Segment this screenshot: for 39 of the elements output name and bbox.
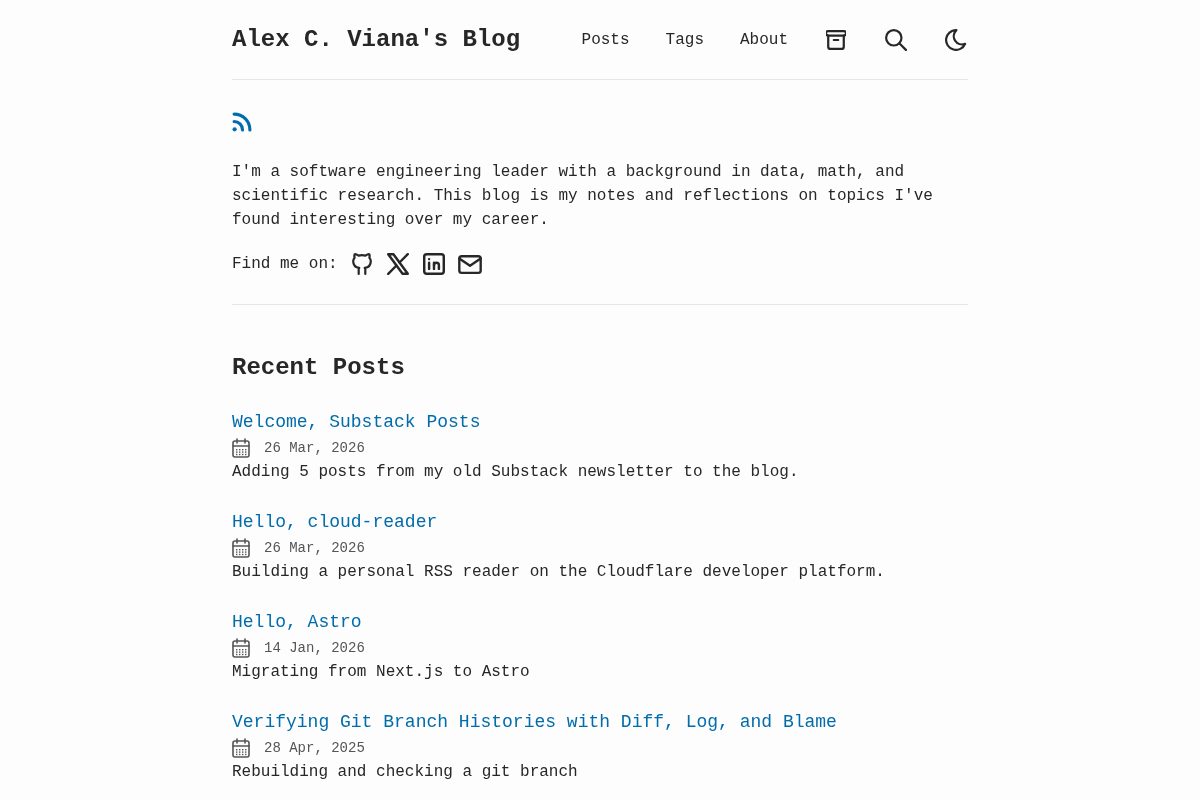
mail-icon — [457, 254, 482, 274]
nav-link[interactable]: Posts — [581, 27, 630, 52]
x-logo-icon — [386, 253, 409, 275]
theme-toggle-button[interactable] — [944, 27, 968, 52]
calendar-icon — [232, 638, 250, 658]
rss-icon — [232, 112, 252, 132]
archive-button[interactable] — [824, 27, 848, 52]
moon-icon — [945, 28, 967, 51]
linkedin-icon — [422, 253, 445, 275]
post-description: Adding 5 posts from my old Substack newsletter to the blog. — [232, 462, 800, 483]
search-button[interactable] — [884, 27, 908, 52]
post-date: 26 Mar, 2026 — [264, 439, 365, 458]
post-date: 14 Jan, 2026 — [264, 639, 365, 658]
post-date: 28 Apr, 2025 — [264, 739, 365, 758]
post-date: 26 Mar, 2026 — [264, 539, 365, 558]
email-link[interactable] — [457, 252, 482, 276]
calendar-icon — [232, 538, 250, 558]
post-title-link[interactable]: Verifying Git Branch Histories with Diff, Log, and Blame — [232, 708, 837, 736]
site-title[interactable]: Alex C. Viana's Blog — [232, 23, 521, 56]
find-me-label: Find me on: — [232, 254, 338, 275]
github-link[interactable] — [349, 252, 374, 276]
post-description: Migrating from Next.js to Astro — [232, 662, 531, 683]
archive-icon — [826, 29, 846, 50]
post-title-link[interactable]: Hello, Astro — [232, 608, 362, 636]
post-description: Rebuilding and checking a git branch — [232, 762, 579, 783]
post-description: Building a personal RSS reader on the Cloudflare developer platform. — [232, 562, 886, 583]
section-heading: Recent Posts — [232, 353, 406, 383]
github-icon — [350, 253, 373, 275]
rss-link[interactable] — [232, 112, 252, 132]
post-title-link[interactable]: Hello, cloud-reader — [232, 508, 438, 536]
linkedin-link[interactable] — [421, 252, 446, 276]
calendar-icon — [232, 738, 250, 758]
calendar-icon — [232, 438, 250, 458]
nav-link[interactable]: Tags — [665, 27, 704, 52]
x-link[interactable] — [385, 252, 410, 276]
post-title-link[interactable]: Welcome, Substack Posts — [232, 408, 481, 436]
intro-paragraph: I'm a software engineering leader with a background in data, math, and scientific research. This blog is my notes and reflections on topics I've found interesting over my career. — [232, 162, 934, 231]
search-icon — [885, 28, 907, 51]
nav-link[interactable]: About — [740, 27, 788, 52]
